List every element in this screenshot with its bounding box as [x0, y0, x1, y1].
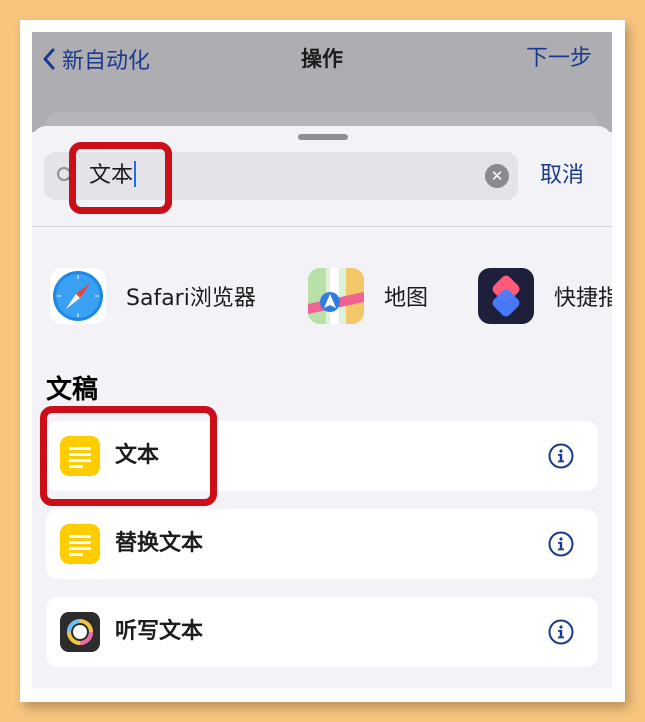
cancel-button[interactable]: 取消 — [540, 152, 584, 200]
app-label-maps: 地图 — [384, 286, 429, 311]
action-label: 替换文本 — [115, 531, 204, 556]
app-item-maps[interactable]: 地图 — [308, 266, 428, 326]
info-icon[interactable] — [548, 443, 574, 469]
info-icon[interactable] — [548, 619, 574, 645]
clear-icon: ✕ — [490, 167, 504, 185]
app-item-shortcuts[interactable]: 快捷指令 — [478, 266, 612, 326]
action-row-dictate-text[interactable]: 听写文本 — [46, 597, 598, 667]
dictate-icon — [60, 612, 100, 652]
navigation-bar: 新自动化 操作 下一步 — [32, 32, 612, 142]
app-label-safari: Safari浏览器 — [126, 286, 256, 311]
section-title-documents: 文稿 — [46, 375, 99, 405]
sheet-grabber[interactable] — [298, 134, 348, 140]
app-item-safari[interactable]: Safari浏览器 — [50, 266, 256, 326]
document-text-icon — [60, 524, 100, 564]
highlight-box-text-action — [40, 406, 217, 506]
divider — [32, 226, 612, 227]
highlight-box-search — [69, 142, 172, 214]
action-row-replace-text[interactable]: 替换文本 — [46, 509, 598, 579]
safari-icon — [50, 268, 106, 324]
maps-icon — [308, 268, 364, 324]
info-icon[interactable] — [548, 531, 574, 557]
shortcuts-icon — [478, 268, 534, 324]
app-suggestions: Safari浏览器 地图 快捷指 — [32, 266, 612, 326]
app-label-shortcuts: 快捷指令 — [554, 286, 612, 311]
phone-screen: 新自动化 操作 下一步 文本 ✕ 取消 Safari浏览器 地图 快捷指 文稿 … — [32, 32, 612, 688]
next-button[interactable]: 下一步 — [526, 44, 592, 74]
action-label: 听写文本 — [115, 619, 204, 644]
clear-search-button[interactable]: ✕ — [485, 164, 509, 188]
